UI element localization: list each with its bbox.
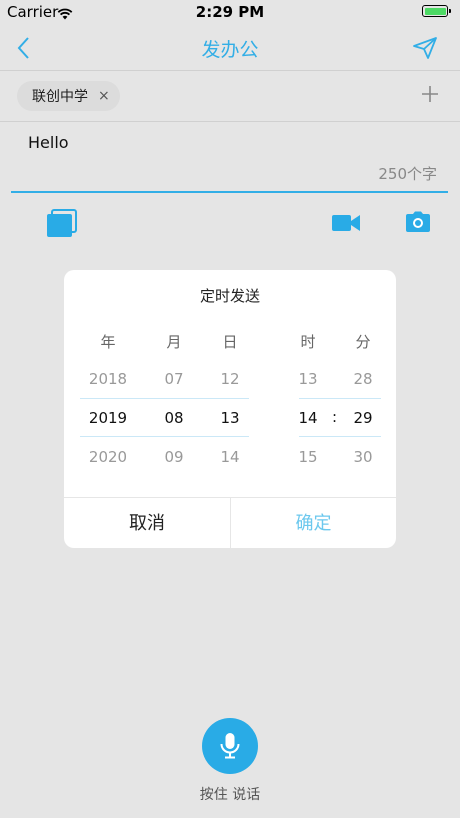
recipient-chip[interactable]: 联创中学 × <box>17 81 120 111</box>
year-header: 年 <box>100 333 116 351</box>
year-option[interactable]: 2018 <box>78 370 138 388</box>
microphone-icon <box>220 733 240 759</box>
hour-header: 时 <box>300 333 316 351</box>
confirm-button[interactable]: 确定 <box>230 498 396 548</box>
year-option[interactable]: 2020 <box>78 448 138 466</box>
divider <box>0 121 460 122</box>
month-option[interactable]: 07 <box>144 370 204 388</box>
add-recipient-icon[interactable] <box>420 84 440 104</box>
char-counter: 250个字 <box>378 165 437 183</box>
day-header: 日 <box>222 333 238 351</box>
schedule-send-dialog: 定时发送 年 2018 2019 2020 月 07 08 09 日 12 13… <box>64 270 396 548</box>
day-option[interactable]: 12 <box>200 370 260 388</box>
minute-option[interactable]: 28 <box>333 370 393 388</box>
time-separator: : <box>332 408 338 426</box>
divider <box>0 70 460 71</box>
voice-record-button[interactable] <box>202 718 258 774</box>
battery-icon <box>422 5 451 17</box>
navigation-bar: 发办公 <box>0 24 460 70</box>
image-stack-icon[interactable] <box>46 208 78 242</box>
month-selected[interactable]: 08 <box>144 409 204 427</box>
paper-plane-icon[interactable] <box>412 36 438 60</box>
selection-line-bottom <box>80 436 249 437</box>
day-option[interactable]: 14 <box>200 448 260 466</box>
hour-option[interactable]: 15 <box>278 448 338 466</box>
year-selected[interactable]: 2019 <box>78 409 138 427</box>
video-camera-icon[interactable] <box>331 212 361 238</box>
selection-line-top <box>299 398 381 399</box>
selection-line-top <box>80 398 249 399</box>
clock: 2:29 PM <box>195 3 265 21</box>
hour-selected[interactable]: 14 <box>278 409 338 427</box>
day-selected[interactable]: 13 <box>200 409 260 427</box>
dialog-actions: 取消 确定 <box>64 497 396 548</box>
input-underline <box>11 191 448 193</box>
recipient-name: 联创中学 <box>32 89 88 105</box>
cancel-button[interactable]: 取消 <box>64 498 230 548</box>
minute-selected[interactable]: 29 <box>333 409 393 427</box>
voice-label: 按住 说话 <box>199 787 261 803</box>
camera-icon[interactable] <box>406 211 430 237</box>
dialog-title: 定时发送 <box>199 287 260 305</box>
close-icon[interactable]: × <box>98 88 110 104</box>
hour-option[interactable]: 13 <box>278 370 338 388</box>
status-bar: Carrier 2:29 PM <box>0 0 460 24</box>
month-header: 月 <box>166 333 182 351</box>
minute-option[interactable]: 30 <box>333 448 393 466</box>
page-title: 发办公 <box>201 39 259 61</box>
month-option[interactable]: 09 <box>144 448 204 466</box>
minute-header: 分 <box>355 333 371 351</box>
message-input[interactable]: Hello <box>28 133 69 152</box>
selection-line-bottom <box>299 436 381 437</box>
